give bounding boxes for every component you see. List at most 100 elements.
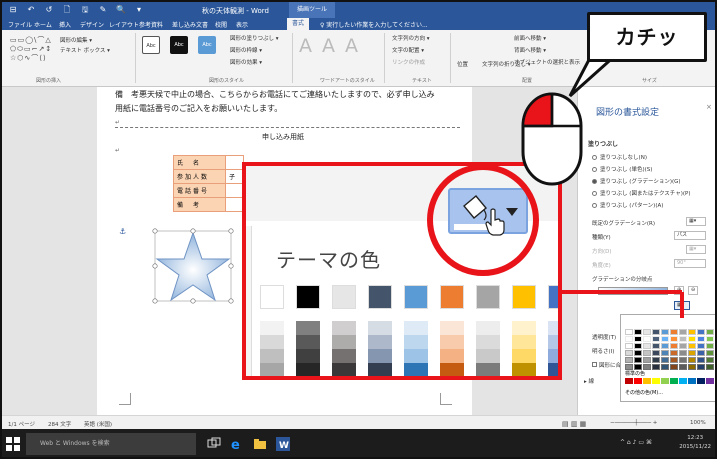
color-swatch[interactable] bbox=[652, 350, 660, 356]
theme-shade-swatch[interactable] bbox=[296, 377, 320, 380]
color-swatch[interactable] bbox=[688, 357, 696, 363]
wordart-style-2[interactable]: A bbox=[322, 35, 335, 57]
theme-shade-swatch[interactable] bbox=[440, 363, 464, 376]
send-backward-button[interactable]: 背面へ移動 ▾ bbox=[514, 46, 546, 54]
text-direction-button[interactable]: 文字列の方向 ▾ bbox=[392, 34, 430, 42]
color-swatch[interactable] bbox=[679, 329, 687, 335]
bring-forward-button[interactable]: 前面へ移動 ▾ bbox=[514, 34, 546, 42]
tab-view[interactable]: 表示 bbox=[236, 20, 248, 29]
edit-shape-button[interactable]: 図形の編集 ▾ bbox=[60, 36, 92, 44]
redo-icon[interactable]: ↺ bbox=[44, 5, 54, 14]
form-cell[interactable] bbox=[225, 155, 244, 170]
tab-design[interactable]: デザイン bbox=[80, 20, 104, 29]
fill-option-pattern[interactable]: 塗りつぶし (パターン)(A) bbox=[592, 201, 663, 209]
text-align-button[interactable]: 文字の配置 ▾ bbox=[392, 46, 424, 54]
standard-color-swatch[interactable] bbox=[688, 378, 696, 384]
theme-shade-swatch[interactable] bbox=[332, 377, 356, 380]
tab-insert[interactable]: 挿入 bbox=[59, 20, 71, 29]
theme-color-swatch[interactable] bbox=[440, 285, 464, 309]
line-section-header[interactable]: ▸ 線 bbox=[584, 377, 594, 385]
theme-shade-swatch[interactable] bbox=[332, 363, 356, 376]
color-swatch[interactable] bbox=[634, 350, 642, 356]
theme-color-swatch[interactable] bbox=[404, 285, 428, 309]
shapes-gallery[interactable]: ▭▭◯\⌒△ ⬠⬭▭⌐↗↕ ☆⬡∿⌒⟨⟩ bbox=[10, 36, 56, 66]
color-swatch[interactable] bbox=[679, 357, 687, 363]
color-swatch[interactable] bbox=[679, 343, 687, 349]
theme-shade-swatch[interactable] bbox=[476, 321, 500, 335]
color-swatch[interactable] bbox=[643, 329, 651, 335]
theme-shade-swatch[interactable] bbox=[548, 363, 558, 376]
color-swatch[interactable] bbox=[661, 364, 669, 370]
preview-icon[interactable]: 🔍 bbox=[116, 5, 126, 14]
color-swatch[interactable] bbox=[679, 336, 687, 342]
theme-shade-swatch[interactable] bbox=[404, 363, 428, 376]
theme-shade-swatch[interactable] bbox=[548, 377, 562, 380]
tell-me-search[interactable]: ♀ 実行したい作業を入力してください... bbox=[320, 20, 428, 29]
save-icon[interactable]: ⊟ bbox=[8, 5, 18, 14]
theme-shade-swatch[interactable] bbox=[476, 335, 500, 349]
standard-color-swatch[interactable] bbox=[679, 378, 687, 384]
zoom-level[interactable]: 100% bbox=[690, 420, 706, 426]
fill-option-gradient[interactable]: 塗りつぶし (グラデーション)(G) bbox=[592, 177, 681, 185]
theme-shade-swatch[interactable] bbox=[512, 363, 536, 376]
theme-colors-top-row[interactable] bbox=[260, 285, 558, 309]
fill-option-picture[interactable]: 塗りつぶし (図またはテクスチャ)(P) bbox=[592, 189, 690, 197]
color-swatch[interactable] bbox=[706, 329, 714, 335]
color-swatch[interactable] bbox=[652, 329, 660, 335]
zoom-slider[interactable]: −──────┼──── + bbox=[610, 420, 657, 426]
standard-color-swatch[interactable] bbox=[652, 378, 660, 384]
gradient-stops-bar[interactable] bbox=[598, 287, 668, 295]
theme-shade-swatch[interactable] bbox=[260, 377, 284, 380]
theme-shade-swatch[interactable] bbox=[296, 335, 320, 349]
edge-browser-icon[interactable]: e bbox=[230, 437, 244, 451]
word-app-icon[interactable]: W bbox=[276, 437, 290, 451]
windows-start-icon[interactable] bbox=[6, 437, 20, 451]
position-button[interactable]: 位置 bbox=[457, 60, 468, 68]
direction-dropdown[interactable]: ▦▾ bbox=[686, 245, 706, 254]
color-swatch[interactable] bbox=[706, 350, 714, 356]
color-swatch[interactable] bbox=[643, 350, 651, 356]
theme-shade-swatch[interactable] bbox=[368, 321, 392, 335]
theme-shade-swatch[interactable] bbox=[368, 349, 392, 363]
new-doc-icon[interactable]: 🗋 bbox=[62, 5, 72, 14]
color-swatch[interactable] bbox=[670, 350, 678, 356]
theme-shade-swatch[interactable] bbox=[404, 377, 428, 380]
rotate-with-shape-checkbox[interactable]: 図形に合 bbox=[592, 361, 621, 369]
theme-shade-swatch[interactable] bbox=[440, 349, 464, 363]
language-indicator[interactable]: 英語 (米国) bbox=[84, 420, 112, 428]
color-swatch[interactable] bbox=[697, 343, 705, 349]
theme-shade-swatch[interactable] bbox=[548, 349, 558, 363]
theme-shade-swatch[interactable] bbox=[368, 363, 392, 376]
color-swatch[interactable] bbox=[697, 357, 705, 363]
fill-option-solid[interactable]: 塗りつぶし (単色)(S) bbox=[592, 165, 652, 173]
color-swatch[interactable] bbox=[688, 364, 696, 370]
color-swatch[interactable] bbox=[661, 343, 669, 349]
theme-shade-swatch[interactable] bbox=[476, 349, 500, 363]
color-swatch[interactable] bbox=[625, 350, 633, 356]
star-shape[interactable] bbox=[152, 227, 234, 305]
customize-icon[interactable]: ▾ bbox=[134, 5, 144, 14]
standard-color-swatch[interactable] bbox=[706, 378, 714, 384]
theme-color-swatch[interactable] bbox=[512, 285, 536, 309]
theme-shade-swatch[interactable] bbox=[404, 321, 428, 335]
wordart-style-3[interactable]: A bbox=[345, 35, 358, 57]
tab-file[interactable]: ファイル bbox=[8, 20, 32, 29]
taskbar-search-box[interactable]: Web と Windows を検索 bbox=[26, 433, 196, 455]
color-swatch[interactable] bbox=[634, 343, 642, 349]
standard-color-row[interactable] bbox=[625, 378, 714, 384]
color-swatch[interactable] bbox=[706, 364, 714, 370]
theme-shade-swatch[interactable] bbox=[548, 321, 558, 335]
more-colors-link[interactable]: その他の色(M)... bbox=[625, 389, 663, 396]
theme-shade-swatch[interactable] bbox=[512, 335, 536, 349]
word-count[interactable]: 284 文字 bbox=[48, 420, 71, 428]
fill-option-none[interactable]: 塗りつぶしなし(N) bbox=[592, 153, 647, 161]
fill-section-header[interactable]: 塗りつぶし bbox=[588, 139, 618, 148]
undo-icon[interactable]: ↶ bbox=[26, 5, 36, 14]
theme-shade-swatch[interactable] bbox=[440, 335, 464, 349]
color-swatch[interactable] bbox=[652, 357, 660, 363]
color-swatch[interactable] bbox=[634, 357, 642, 363]
color-swatch[interactable] bbox=[661, 329, 669, 335]
taskbar-clock[interactable]: 12:23 2015/11/22 bbox=[679, 434, 711, 452]
file-explorer-icon[interactable] bbox=[253, 437, 267, 451]
color-swatch[interactable] bbox=[625, 336, 633, 342]
